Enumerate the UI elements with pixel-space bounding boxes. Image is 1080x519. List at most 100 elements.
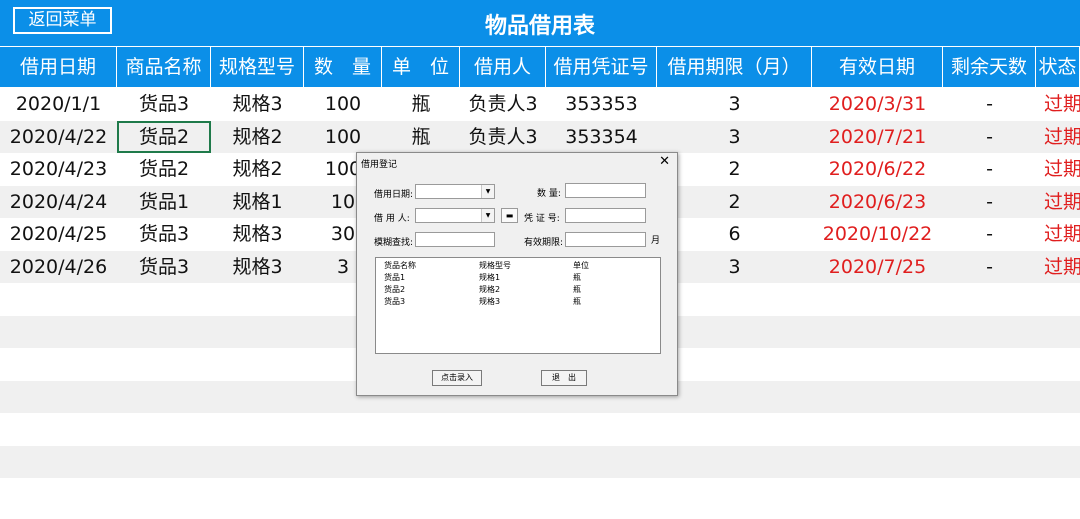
table-cell[interactable]: - [943, 153, 1036, 185]
valid-period-field[interactable] [565, 232, 646, 247]
column-header[interactable]: 借用凭证号 [546, 47, 657, 87]
borrower-label: 借 用 人: [374, 214, 410, 224]
column-header[interactable]: 剩余天数 [943, 47, 1036, 87]
voucher-label: 凭 证 号: [524, 214, 560, 224]
table-cell[interactable]: - [943, 88, 1036, 120]
table-cell[interactable]: 2020/3/31 [812, 88, 943, 120]
column-header[interactable]: 状态 [1036, 47, 1080, 87]
table-cell[interactable]: 规格2 [211, 121, 304, 153]
list-item-cell: 货品3 [384, 297, 406, 306]
table-cell[interactable]: 货品1 [117, 186, 211, 218]
list-item-cell: 瓶 [573, 285, 581, 294]
table-cell[interactable]: 负责人3 [460, 121, 546, 153]
top-bar: 返回菜单 物品借用表 [0, 0, 1080, 46]
borrow-date-combo[interactable]: ▼ [415, 184, 495, 199]
table-cell[interactable]: 货品2 [117, 120, 211, 153]
table-cell[interactable]: 2020/4/25 [0, 218, 117, 250]
add-borrower-button[interactable]: ▬ [501, 208, 518, 223]
table-cell[interactable]: 2 [657, 153, 812, 185]
list-item-cell: 瓶 [573, 297, 581, 306]
table-cell[interactable]: 100 [304, 121, 382, 153]
valid-period-label: 有效期限: [524, 238, 564, 248]
table-cell[interactable]: - [943, 186, 1036, 218]
close-icon[interactable]: ✕ [659, 154, 670, 169]
table-cell[interactable]: 负责人3 [460, 88, 546, 120]
table-cell[interactable]: 规格3 [211, 88, 304, 120]
table-cell[interactable]: 2020/7/25 [812, 251, 943, 283]
table-cell[interactable]: 2020/4/22 [0, 121, 117, 153]
table-cell[interactable]: 规格3 [211, 218, 304, 250]
table-cell[interactable]: 瓶 [382, 88, 460, 120]
fuzzy-search-input[interactable] [415, 232, 495, 247]
table-cell[interactable]: 货品3 [117, 251, 211, 283]
table-cell[interactable]: - [943, 251, 1036, 283]
fuzzy-search-label: 模糊查找: [374, 238, 414, 248]
dialog-title: 借用登记 [361, 160, 398, 170]
table-cell[interactable]: 过期 [1036, 121, 1080, 153]
table-cell[interactable]: 3 [657, 251, 812, 283]
table-cell[interactable]: - [943, 218, 1036, 250]
table-cell[interactable]: 过期 [1036, 251, 1080, 283]
column-header[interactable]: 单 位 [382, 47, 460, 87]
table-cell[interactable]: 3 [657, 88, 812, 120]
column-header[interactable]: 借用期限（月） [657, 47, 812, 87]
month-unit-label: 月 [651, 236, 661, 246]
column-header[interactable]: 借用日期 [0, 47, 117, 87]
table-cell[interactable]: 2020/7/21 [812, 121, 943, 153]
table-cell[interactable]: 353354 [546, 121, 657, 153]
table-cell[interactable]: 2020/4/23 [0, 153, 117, 185]
column-header[interactable]: 借用人 [460, 47, 546, 87]
table-cell[interactable]: 过期 [1036, 88, 1080, 120]
column-header[interactable]: 商品名称 [117, 47, 211, 87]
column-header[interactable]: 规格型号 [211, 47, 304, 87]
column-header[interactable]: 数 量 [304, 47, 382, 87]
borrow-date-label: 借用日期: [374, 190, 414, 200]
chevron-down-icon[interactable]: ▼ [481, 185, 494, 198]
table-cell[interactable]: 货品3 [117, 218, 211, 250]
table-cell[interactable]: 2 [657, 186, 812, 218]
table-cell[interactable]: 3 [657, 121, 812, 153]
table-cell[interactable]: 353353 [546, 88, 657, 120]
table-cell[interactable]: 100 [304, 88, 382, 120]
quantity-label: 数 量: [537, 189, 561, 199]
table-cell[interactable]: 2020/1/1 [0, 88, 117, 120]
table-row[interactable]: 2020/1/1 货品3 规格3 100 瓶负责人3 353353 3 2020/3/31- 过… [0, 88, 1080, 120]
list-item-cell: 瓶 [573, 273, 581, 282]
sheet-row-band [0, 478, 1080, 510]
table-cell[interactable]: 货品3 [117, 88, 211, 120]
page-title: 物品借用表 [484, 14, 595, 39]
table-cell[interactable]: 2020/4/24 [0, 186, 117, 218]
sheet-row-band [0, 413, 1080, 445]
table-row[interactable]: 2020/4/22 货品2 规格2 100 瓶负责人3 353354 3 2020/7/21-… [0, 120, 1080, 153]
table-cell[interactable]: 2020/10/22 [812, 218, 943, 250]
list-header-cell: 货品名称 [384, 261, 416, 270]
table-cell[interactable]: 规格2 [211, 153, 304, 185]
list-item-cell: 规格3 [479, 297, 501, 306]
list-header-cell: 规格型号 [479, 261, 511, 270]
table-cell[interactable]: 过期 [1036, 218, 1080, 250]
goods-listbox[interactable]: 货品名称 规格型号 单位 货品1 规格1 瓶货品2 规格2 瓶货品3 规格3 瓶 [375, 257, 661, 354]
table-cell[interactable]: 2020/6/23 [812, 186, 943, 218]
table-cell[interactable]: 规格1 [211, 186, 304, 218]
sheet-row-band [0, 445, 1080, 478]
list-item-cell: 规格1 [479, 273, 501, 282]
table-cell[interactable]: 过期 [1036, 153, 1080, 185]
borrower-combo[interactable]: ▼ [415, 208, 495, 223]
list-item-cell: 货品1 [384, 273, 406, 282]
table-cell[interactable]: 过期 [1036, 186, 1080, 218]
list-item-cell: 规格2 [479, 285, 501, 294]
table-cell[interactable]: 2020/6/22 [812, 153, 943, 185]
table-cell[interactable]: 规格3 [211, 251, 304, 283]
table-cell[interactable]: 货品2 [117, 153, 211, 185]
voucher-field[interactable] [565, 208, 646, 223]
chevron-down-icon[interactable]: ▼ [481, 209, 494, 222]
table-cell[interactable]: 瓶 [382, 121, 460, 153]
column-header[interactable]: 有效日期 [812, 47, 943, 87]
table-cell[interactable]: 6 [657, 218, 812, 250]
table-cell[interactable]: - [943, 121, 1036, 153]
quantity-field[interactable] [565, 183, 646, 198]
submit-entry-button[interactable]: 点击录入 [432, 370, 482, 386]
list-item-cell: 货品2 [384, 285, 406, 294]
table-cell[interactable]: 2020/4/26 [0, 251, 117, 283]
exit-button[interactable]: 退 出 [541, 370, 587, 386]
